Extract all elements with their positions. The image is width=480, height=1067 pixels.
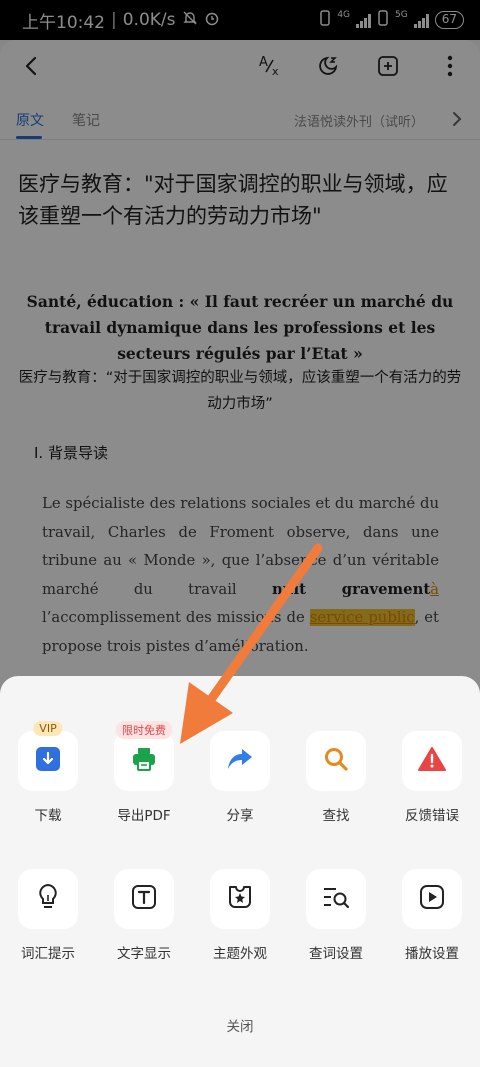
text-display-button[interactable]: 文字显示 (104, 869, 184, 962)
close-button[interactable]: 关闭 (0, 1015, 480, 1035)
more-actions-sheet: VIP 下载 限时免费 导出PDF 分享 查找 反馈错误 词汇提示 文字显示 主… (0, 676, 480, 1067)
vocab-hint-label: 词汇提示 (21, 946, 75, 962)
report-error-button[interactable]: 反馈错误 (392, 731, 472, 824)
theme-appearance-button[interactable]: 主题外观 (200, 869, 280, 962)
lookup-settings-button[interactable]: 查词设置 (296, 869, 376, 962)
theme-appearance-label: 主题外观 (213, 946, 267, 962)
share-label: 分享 (226, 808, 254, 824)
search-button[interactable]: 查找 (296, 731, 376, 824)
share-arrow-icon (226, 746, 254, 776)
playback-settings-label: 播放设置 (405, 946, 459, 962)
download-icon (35, 746, 61, 776)
share-button[interactable]: 分享 (200, 731, 280, 824)
playback-settings-button[interactable]: 播放设置 (392, 869, 472, 962)
text-box-icon (131, 884, 157, 914)
vocab-hint-button[interactable]: 词汇提示 (8, 869, 88, 962)
download-label: 下载 (34, 808, 62, 824)
theme-star-icon (226, 884, 254, 914)
warning-icon (418, 746, 446, 776)
play-icon (419, 884, 445, 914)
printer-icon (130, 745, 158, 777)
limited-free-badge: 限时免费 (116, 721, 172, 739)
lookup-settings-label: 查词设置 (309, 946, 363, 962)
lookup-settings-icon (322, 885, 350, 913)
search-label: 查找 (322, 808, 350, 824)
lightbulb-icon (36, 883, 60, 915)
export-pdf-button[interactable]: 限时免费 导出PDF (104, 721, 184, 824)
download-button[interactable]: VIP 下载 (8, 721, 88, 824)
vip-badge: VIP (33, 721, 63, 736)
text-display-label: 文字显示 (117, 946, 171, 962)
export-pdf-label: 导出PDF (117, 808, 171, 824)
search-icon (323, 746, 349, 776)
report-error-label: 反馈错误 (405, 808, 459, 824)
